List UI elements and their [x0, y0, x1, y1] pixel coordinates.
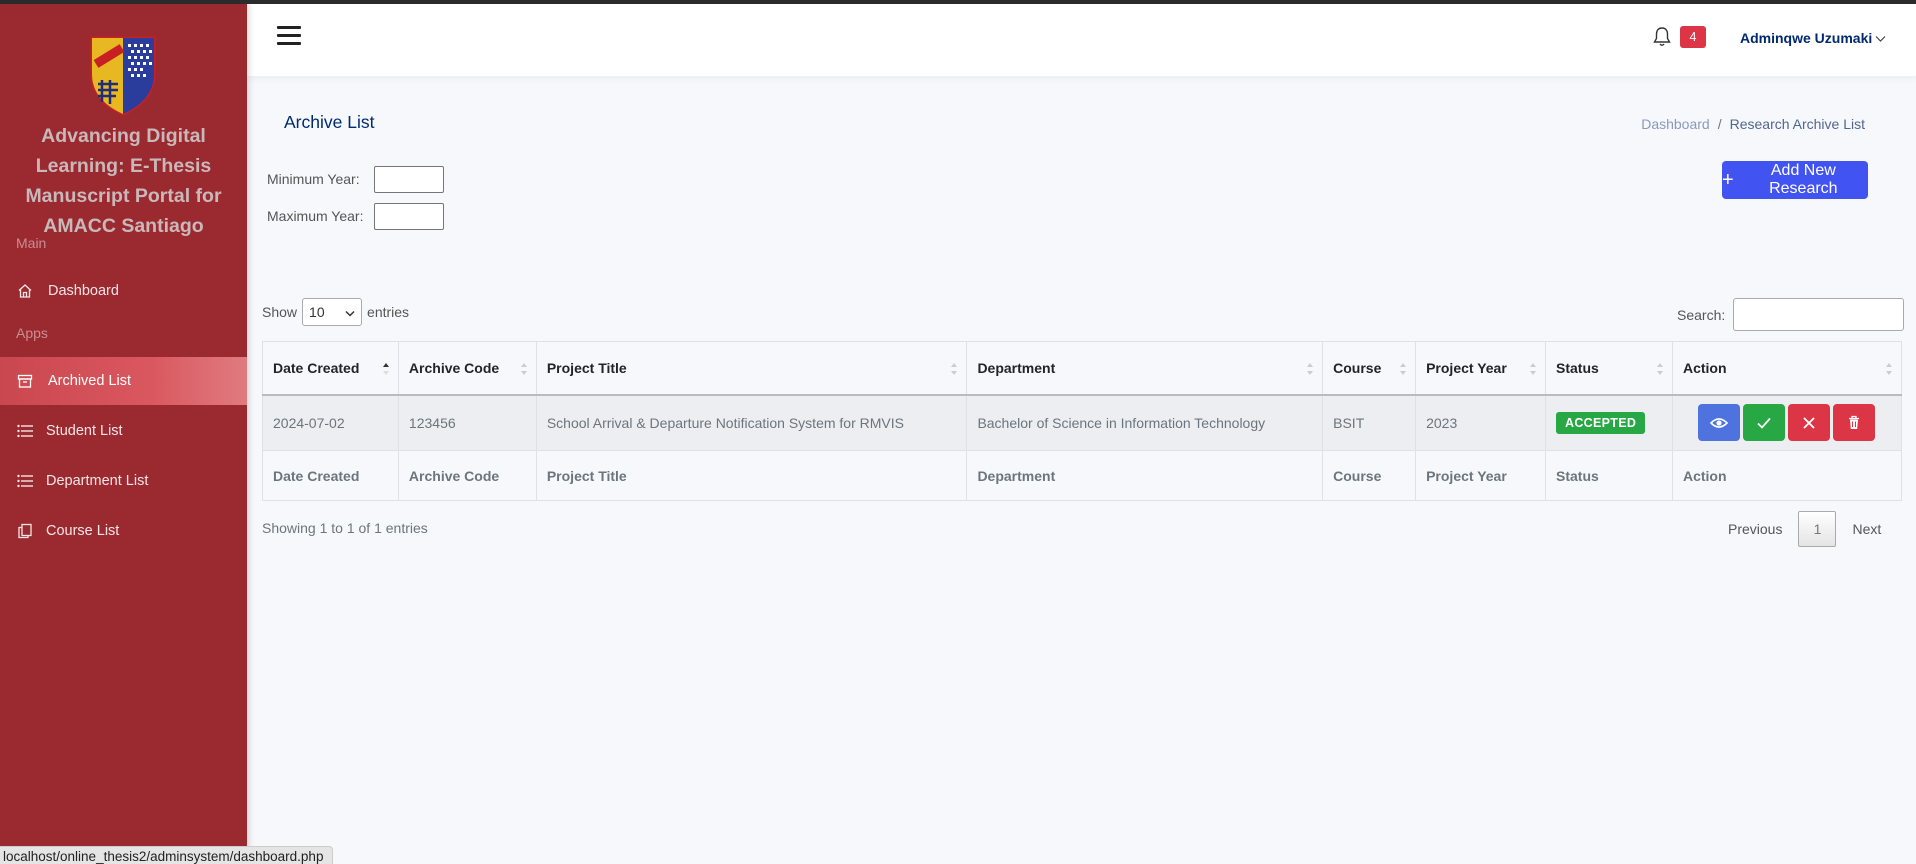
footer-project-title: Project Title — [535, 450, 968, 501]
eye-icon — [1710, 417, 1729, 428]
cell-course: BSIT — [1322, 394, 1417, 451]
user-name-label: Adminqwe Uzumaki — [1740, 30, 1873, 46]
cell-actions — [1671, 394, 1903, 451]
sidebar-item-course-list[interactable]: Course List — [0, 507, 247, 555]
footer-department: Department — [966, 450, 1324, 501]
close-icon — [1803, 417, 1816, 429]
sort-asc-icon — [382, 363, 389, 375]
sidebar: Advancing Digital Learning: E-Thesis Man… — [0, 4, 247, 864]
top-header: 4 Adminqwe Uzumaki — [247, 4, 1916, 76]
house-icon — [16, 282, 34, 300]
footer-date-created: Date Created — [262, 450, 399, 501]
trash-icon — [1849, 416, 1860, 430]
column-header-archive-code[interactable]: Archive Code — [397, 341, 537, 396]
next-page-button[interactable]: Next — [1840, 521, 1893, 537]
page-title: Archive List — [284, 112, 375, 132]
entries-label: entries — [367, 304, 410, 320]
sort-icon — [1886, 363, 1892, 375]
sidebar-item-label: Course List — [46, 523, 120, 539]
table-info: Showing 1 to 1 of 1 entries — [262, 520, 428, 536]
sort-icon — [951, 363, 958, 375]
add-new-research-label: Add New Research — [1769, 162, 1838, 197]
max-year-input[interactable] — [374, 203, 444, 230]
sidebar-section-apps: Apps — [16, 325, 48, 341]
menu-toggle-icon[interactable] — [277, 26, 301, 46]
sidebar-item-label: Dashboard — [48, 283, 119, 299]
archive-icon — [16, 372, 34, 390]
list-icon — [16, 472, 34, 490]
footer-archive-code: Archive Code — [397, 450, 537, 501]
table-footer-row: Date Created Archive Code Project Title … — [262, 450, 1903, 501]
sort-icon — [1400, 363, 1407, 375]
cell-project-title: School Arrival & Departure Notification … — [535, 394, 968, 451]
entries-select[interactable]: 10 — [302, 298, 363, 326]
previous-page-button[interactable]: Previous — [1716, 521, 1794, 537]
page-1-button[interactable]: 1 — [1798, 511, 1837, 547]
sidebar-item-dashboard[interactable]: Dashboard — [0, 267, 247, 315]
table-row: 2024-07-02 123456 School Arrival & Depar… — [262, 394, 1903, 451]
column-header-date-created[interactable]: Date Created — [262, 341, 399, 396]
sort-icon — [1656, 363, 1663, 375]
sort-icon — [1307, 363, 1314, 375]
check-icon — [1757, 417, 1772, 429]
column-header-project-title[interactable]: Project Title — [535, 341, 968, 396]
sidebar-section-main: Main — [16, 235, 47, 251]
footer-course: Course — [1322, 450, 1417, 501]
chevron-down-icon — [1872, 30, 1886, 46]
cell-project-year: 2023 — [1415, 394, 1547, 451]
archive-table: Date Created Archive Code Project Title … — [262, 341, 1903, 501]
window-top-strip — [0, 0, 1916, 4]
search-label: Search: — [1677, 306, 1726, 323]
cell-date-created: 2024-07-02 — [262, 394, 399, 451]
sort-icon — [1530, 363, 1537, 375]
footer-project-year: Project Year — [1415, 450, 1547, 501]
pagination: Previous 1 Next — [1716, 511, 1893, 547]
sidebar-item-archived-list[interactable]: Archived List — [0, 357, 247, 405]
chevron-down-icon — [345, 304, 355, 320]
table-header-row: Date Created Archive Code Project Title … — [262, 341, 1903, 396]
sidebar-item-label: Department List — [46, 473, 149, 489]
cell-department: Bachelor of Science in Information Techn… — [966, 394, 1324, 451]
reject-button[interactable] — [1788, 404, 1831, 442]
plus-icon: + — [1722, 169, 1734, 191]
list-icon — [16, 422, 34, 440]
footer-action: Action — [1671, 450, 1903, 501]
notification-count-badge[interactable]: 4 — [1680, 26, 1706, 48]
accept-button[interactable] — [1743, 404, 1786, 442]
breadcrumb-dashboard[interactable]: Dashboard — [1641, 116, 1710, 132]
show-entries-control: Show 10 entries — [262, 298, 409, 326]
table-search: Search: — [1677, 298, 1905, 331]
breadcrumb: Dashboard / Research Archive List — [1641, 116, 1865, 132]
column-header-project-year[interactable]: Project Year — [1415, 341, 1547, 396]
min-year-input[interactable] — [374, 166, 444, 193]
add-new-research-button[interactable]: + Add New Research — [1722, 161, 1868, 199]
column-header-department[interactable]: Department — [966, 341, 1324, 396]
column-header-status[interactable]: Status — [1545, 341, 1673, 396]
entries-value: 10 — [309, 304, 325, 320]
delete-button[interactable] — [1833, 404, 1876, 442]
user-menu[interactable]: Adminqwe Uzumaki — [1740, 30, 1886, 46]
copy-icon — [16, 522, 34, 540]
sort-icon — [520, 363, 527, 375]
bell-icon[interactable] — [1652, 26, 1672, 48]
cell-status: ACCEPTED — [1545, 394, 1673, 451]
sidebar-item-department-list[interactable]: Department List — [0, 457, 247, 505]
view-button[interactable] — [1698, 404, 1741, 442]
browser-status-url: localhost/online_thesis2/adminsystem/das… — [0, 846, 334, 864]
min-year-label: Minimum Year: — [267, 171, 360, 187]
app-brand-title: Advancing Digital Learning: E-Thesis Man… — [25, 125, 222, 237]
max-year-label: Maximum Year: — [267, 208, 364, 224]
footer-status: Status — [1545, 450, 1673, 501]
breadcrumb-current: Research Archive List — [1729, 116, 1865, 132]
cell-archive-code: 123456 — [397, 394, 537, 451]
school-logo — [88, 34, 158, 116]
sidebar-item-label: Student List — [46, 423, 123, 439]
show-label: Show — [262, 304, 298, 320]
status-badge: ACCEPTED — [1556, 411, 1646, 434]
search-input[interactable] — [1733, 298, 1905, 331]
column-header-action[interactable]: Action — [1671, 341, 1903, 396]
column-header-course[interactable]: Course — [1322, 341, 1417, 396]
sidebar-item-student-list[interactable]: Student List — [0, 407, 247, 455]
sidebar-item-label: Archived List — [48, 373, 132, 389]
